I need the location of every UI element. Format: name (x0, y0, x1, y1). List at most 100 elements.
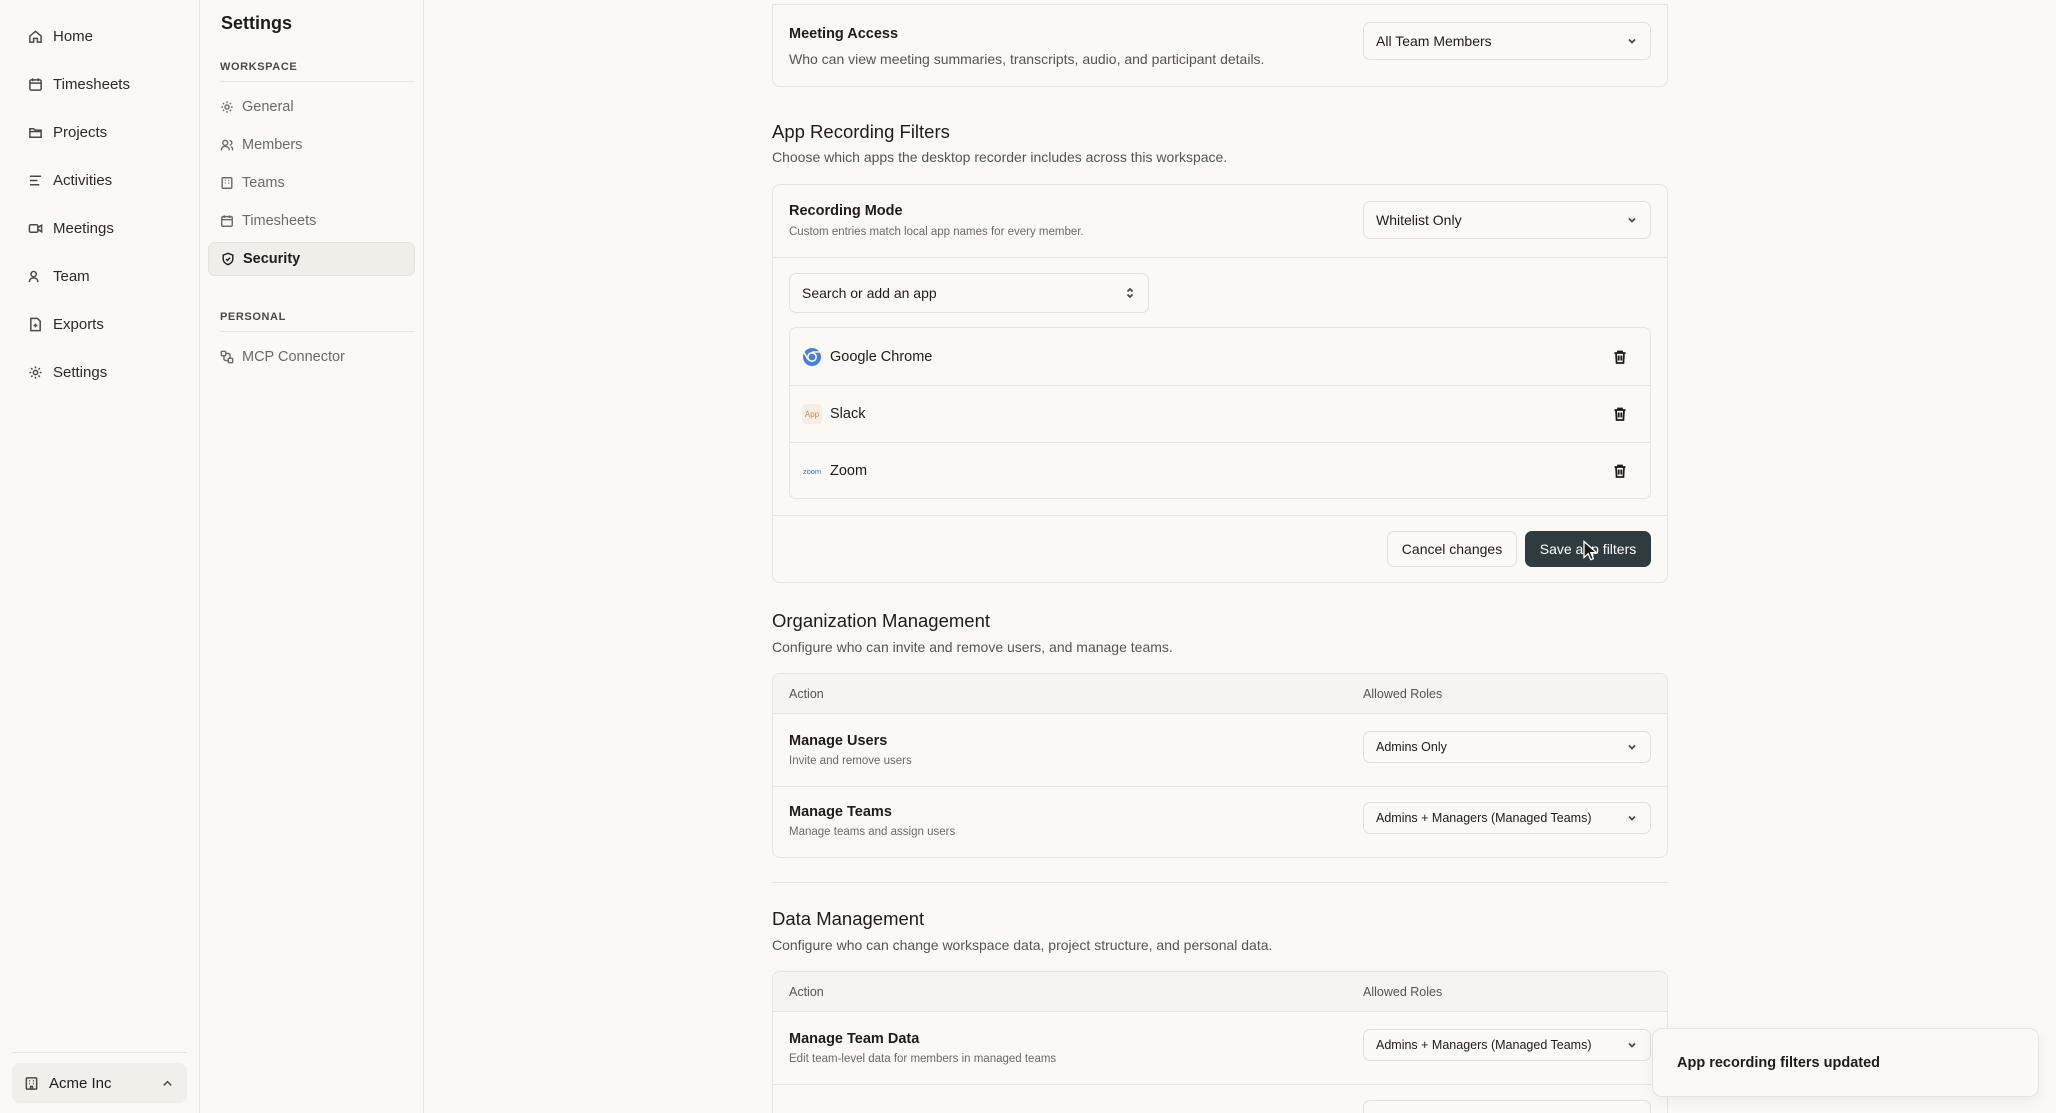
nav-item-meetings[interactable]: Meetings (12, 206, 187, 250)
app-name: Slack (830, 406, 866, 422)
nav-item-activities[interactable]: Activities (12, 158, 187, 202)
column-header-roles: Allowed Roles (1363, 687, 1443, 701)
subnav-item-label: Timesheets (242, 213, 317, 229)
trash-icon (1614, 464, 1626, 478)
users-icon (220, 139, 234, 151)
app-search-placeholder: Search or add an app (802, 285, 937, 301)
chrome-icon (802, 347, 822, 367)
data-management-description: Configure who can change workspace data,… (772, 937, 1273, 953)
meeting-access-description: Who can view meeting summaries, transcri… (789, 51, 1265, 67)
nav-item-label: Projects (53, 123, 108, 141)
subnav-item-label: General (242, 99, 294, 115)
nav-item-label: Team (53, 267, 90, 285)
next-row-select[interactable] (1363, 1100, 1651, 1113)
org-name: Acme Inc (49, 1074, 112, 1092)
org-management-title: Organization Management (772, 610, 991, 631)
nav-item-label: Activities (53, 171, 113, 189)
subnav-item-general[interactable]: General (208, 90, 415, 124)
data-management-title: Data Management (772, 908, 925, 929)
nav-item-team[interactable]: Team (12, 254, 187, 298)
icon-text: zoom (802, 466, 822, 476)
nav-item-projects[interactable]: Projects (12, 110, 187, 154)
app-recording-description: Choose which apps the desktop recorder i… (772, 149, 1228, 165)
app-name: Google Chrome (830, 348, 933, 365)
recording-mode-description: Custom entries match local app names for… (789, 226, 1084, 238)
manage-teams-select[interactable]: Admins + Managers (Managed Teams) (1363, 802, 1651, 834)
nav-item-exports[interactable]: Exports (12, 302, 187, 346)
column-header-action: Action (789, 985, 824, 999)
zoom-icon: zoom (802, 461, 822, 481)
gear-icon (29, 365, 42, 379)
app-search-combobox[interactable]: Search or add an app (789, 273, 1149, 313)
meeting-access-select[interactable]: All Team Members (1363, 22, 1651, 60)
org-management-table: Action Allowed Roles Manage Users Invite… (772, 673, 1668, 858)
icon-text: App (804, 409, 820, 419)
trash-icon (1614, 350, 1626, 364)
select-value: Whitelist Only (1376, 212, 1462, 228)
app-recording-card: Recording Mode Custom entries match loca… (772, 184, 1668, 583)
cancel-changes-button[interactable]: Cancel changes (1387, 531, 1517, 567)
divider (773, 257, 1667, 258)
row-title: Manage Teams (789, 804, 892, 820)
building-icon (221, 177, 233, 189)
chevron-up-icon (163, 1080, 172, 1086)
section-divider (772, 882, 1668, 883)
row-description: Manage teams and assign users (789, 826, 956, 838)
subnav-item-security[interactable]: Security (208, 242, 415, 276)
subnav-section-personal: PERSONAL (220, 311, 286, 323)
subnav-item-timesheets[interactable]: Timesheets (208, 204, 415, 238)
divider (772, 4, 1668, 5)
nav-item-label: Meetings (53, 219, 114, 237)
chevron-up-down-icon (1126, 287, 1134, 299)
column-header-roles: Allowed Roles (1363, 985, 1443, 999)
nav-item-label: Home (53, 27, 94, 45)
subnav-title: Settings (221, 13, 293, 33)
column-header-action: Action (789, 687, 824, 701)
app-placeholder-icon: App (802, 404, 822, 424)
list-item: Google Chrome (790, 328, 1650, 385)
chevron-down-icon (1628, 217, 1636, 223)
meeting-access-title: Meeting Access (789, 26, 899, 42)
delete-app-button[interactable] (1612, 406, 1628, 422)
delete-app-button[interactable] (1612, 349, 1628, 365)
nav-item-home[interactable]: Home (12, 14, 187, 58)
manage-team-data-select[interactable]: Admins + Managers (Managed Teams) (1363, 1029, 1651, 1061)
home-icon (29, 29, 42, 43)
subnav-item-teams[interactable]: Teams (208, 166, 415, 200)
table-header: Action Allowed Roles (773, 674, 1667, 714)
recording-mode-select[interactable]: Whitelist Only (1363, 201, 1651, 239)
activity-lines-icon (29, 175, 42, 185)
row-description: Invite and remove users (789, 755, 912, 767)
row-title: Manage Team Data (789, 1031, 920, 1047)
gear-icon (221, 101, 233, 113)
select-value: All Team Members (1376, 33, 1492, 49)
nav-item-timesheets[interactable]: Timesheets (12, 62, 187, 106)
app-recording-title: App Recording Filters (772, 121, 950, 142)
subnav-item-label: Teams (242, 175, 285, 191)
org-switcher[interactable]: Acme Inc (12, 1063, 187, 1103)
nav-footer: Acme Inc (12, 1052, 187, 1103)
trash-icon (1614, 407, 1626, 421)
subnav-item-members[interactable]: Members (208, 128, 415, 162)
manage-users-select[interactable]: Admins Only (1363, 731, 1651, 763)
data-management-table: Action Allowed Roles Manage Team Data Ed… (772, 971, 1668, 1113)
calendar-icon (29, 77, 42, 91)
primary-nav: Home Timesheets Projects Activities Meet… (0, 0, 200, 1113)
app-list: Google Chrome App Slack zoom Zoom (789, 327, 1651, 499)
nav-item-label: Exports (53, 315, 104, 333)
shield-icon (222, 252, 234, 266)
nav-item-settings[interactable]: Settings (12, 350, 187, 394)
chevron-down-icon (1628, 38, 1636, 44)
select-value: Admins + Managers (Managed Teams) (1376, 1038, 1592, 1052)
users-icon (28, 270, 39, 282)
select-value: Admins + Managers (Managed Teams) (1376, 811, 1592, 825)
subnav-item-mcp-connector[interactable]: MCP Connector (208, 340, 415, 374)
subnav-item-label: MCP Connector (242, 349, 345, 365)
settings-subnav: Settings WORKSPACE General Members Teams… (200, 0, 424, 1113)
subnav-item-label: Security (243, 251, 301, 267)
org-management-description: Configure who can invite and remove user… (772, 639, 1173, 655)
list-item: App Slack (790, 385, 1650, 442)
meeting-access-card: Meeting Access Who can view meeting summ… (772, 4, 1668, 87)
list-item: zoom Zoom (790, 442, 1650, 499)
delete-app-button[interactable] (1612, 463, 1628, 479)
